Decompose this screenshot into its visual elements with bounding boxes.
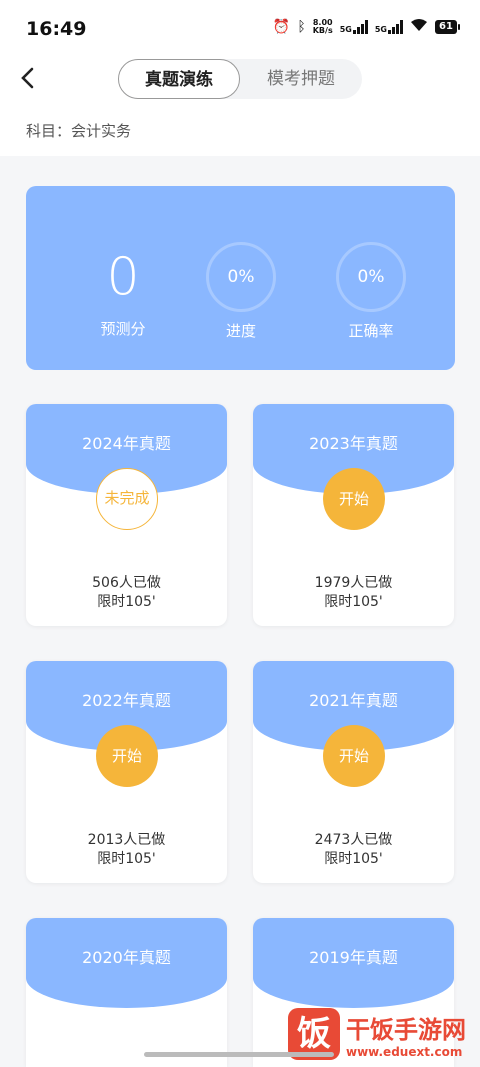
time-limit: 限时105' xyxy=(97,594,156,610)
status-time: 16:49 xyxy=(26,18,87,40)
home-indicator[interactable] xyxy=(144,1052,334,1057)
time-limit: 限时105' xyxy=(324,851,383,867)
done-count: 506人已做 xyxy=(92,575,161,591)
paper-card-2024[interactable]: 2024年真题 未完成 506人已做 限时105' xyxy=(26,404,227,626)
paper-card-2020[interactable]: 2020年真题 xyxy=(26,918,227,1067)
accuracy-ring: 0% xyxy=(336,242,406,312)
done-count: 1979人已做 xyxy=(314,575,393,591)
bluetooth-icon: ᛒ xyxy=(297,19,306,35)
predicted-score: 0 预测分 xyxy=(88,248,158,339)
status-icons: ⏰ ᛒ 8.00 KB/s 5G 5G 61 xyxy=(273,18,460,36)
progress-stat: 0% 进度 xyxy=(206,242,276,341)
tab-switcher: 真题演练 模考押题 xyxy=(118,59,362,99)
incomplete-badge[interactable]: 未完成 xyxy=(96,468,158,530)
start-button[interactable]: 开始 xyxy=(96,725,158,787)
stats-card: 0 预测分 0% 进度 0% 正确率 xyxy=(26,186,455,370)
score-label: 预测分 xyxy=(100,320,146,338)
accuracy-stat: 0% 正确率 xyxy=(336,242,406,341)
watermark-url: www.eduext.com xyxy=(346,1044,463,1059)
paper-title: 2020年真题 xyxy=(82,948,171,967)
net-speed: 8.00 KB/s xyxy=(312,18,333,35)
paper-title: 2019年真题 xyxy=(309,948,398,967)
watermark-name: 干饭手游网 xyxy=(346,1015,466,1044)
paper-title: 2021年真题 xyxy=(309,691,398,710)
time-limit: 限时105' xyxy=(324,594,383,610)
score-value: 0 xyxy=(106,247,140,307)
time-limit: 限时105' xyxy=(97,851,156,867)
signal-icon-2: 5G xyxy=(375,20,403,34)
done-count: 2473人已做 xyxy=(314,832,393,848)
status-bar: 16:49 ⏰ ᛒ 8.00 KB/s 5G 5G 61 xyxy=(0,0,480,60)
accuracy-label: 正确率 xyxy=(348,322,394,340)
header: 真题演练 模考押题 科目：会计实务 xyxy=(0,59,480,156)
paper-title: 2024年真题 xyxy=(82,434,171,453)
signal-icon: 5G xyxy=(340,20,368,34)
alarm-icon: ⏰ xyxy=(272,19,291,35)
paper-title: 2022年真题 xyxy=(82,691,171,710)
battery-icon: 61 xyxy=(435,20,460,34)
progress-ring: 0% xyxy=(206,242,276,312)
back-arrow-icon[interactable] xyxy=(18,66,38,96)
paper-card-2023[interactable]: 2023年真题 开始 1979人已做 限时105' xyxy=(253,404,454,626)
subject-label: 科目：会计实务 xyxy=(26,122,132,140)
tab-mock-exams[interactable]: 模考押题 xyxy=(240,59,362,99)
paper-card-2022[interactable]: 2022年真题 开始 2013人已做 限时105' xyxy=(26,661,227,883)
paper-title: 2023年真题 xyxy=(309,434,398,453)
paper-card-2021[interactable]: 2021年真题 开始 2473人已做 限时105' xyxy=(253,661,454,883)
done-count: 2013人已做 xyxy=(87,832,166,848)
tab-real-exams[interactable]: 真题演练 xyxy=(118,59,240,99)
start-button[interactable]: 开始 xyxy=(323,725,385,787)
start-button[interactable]: 开始 xyxy=(323,468,385,530)
wifi-icon xyxy=(410,18,428,36)
progress-label: 进度 xyxy=(225,322,256,340)
